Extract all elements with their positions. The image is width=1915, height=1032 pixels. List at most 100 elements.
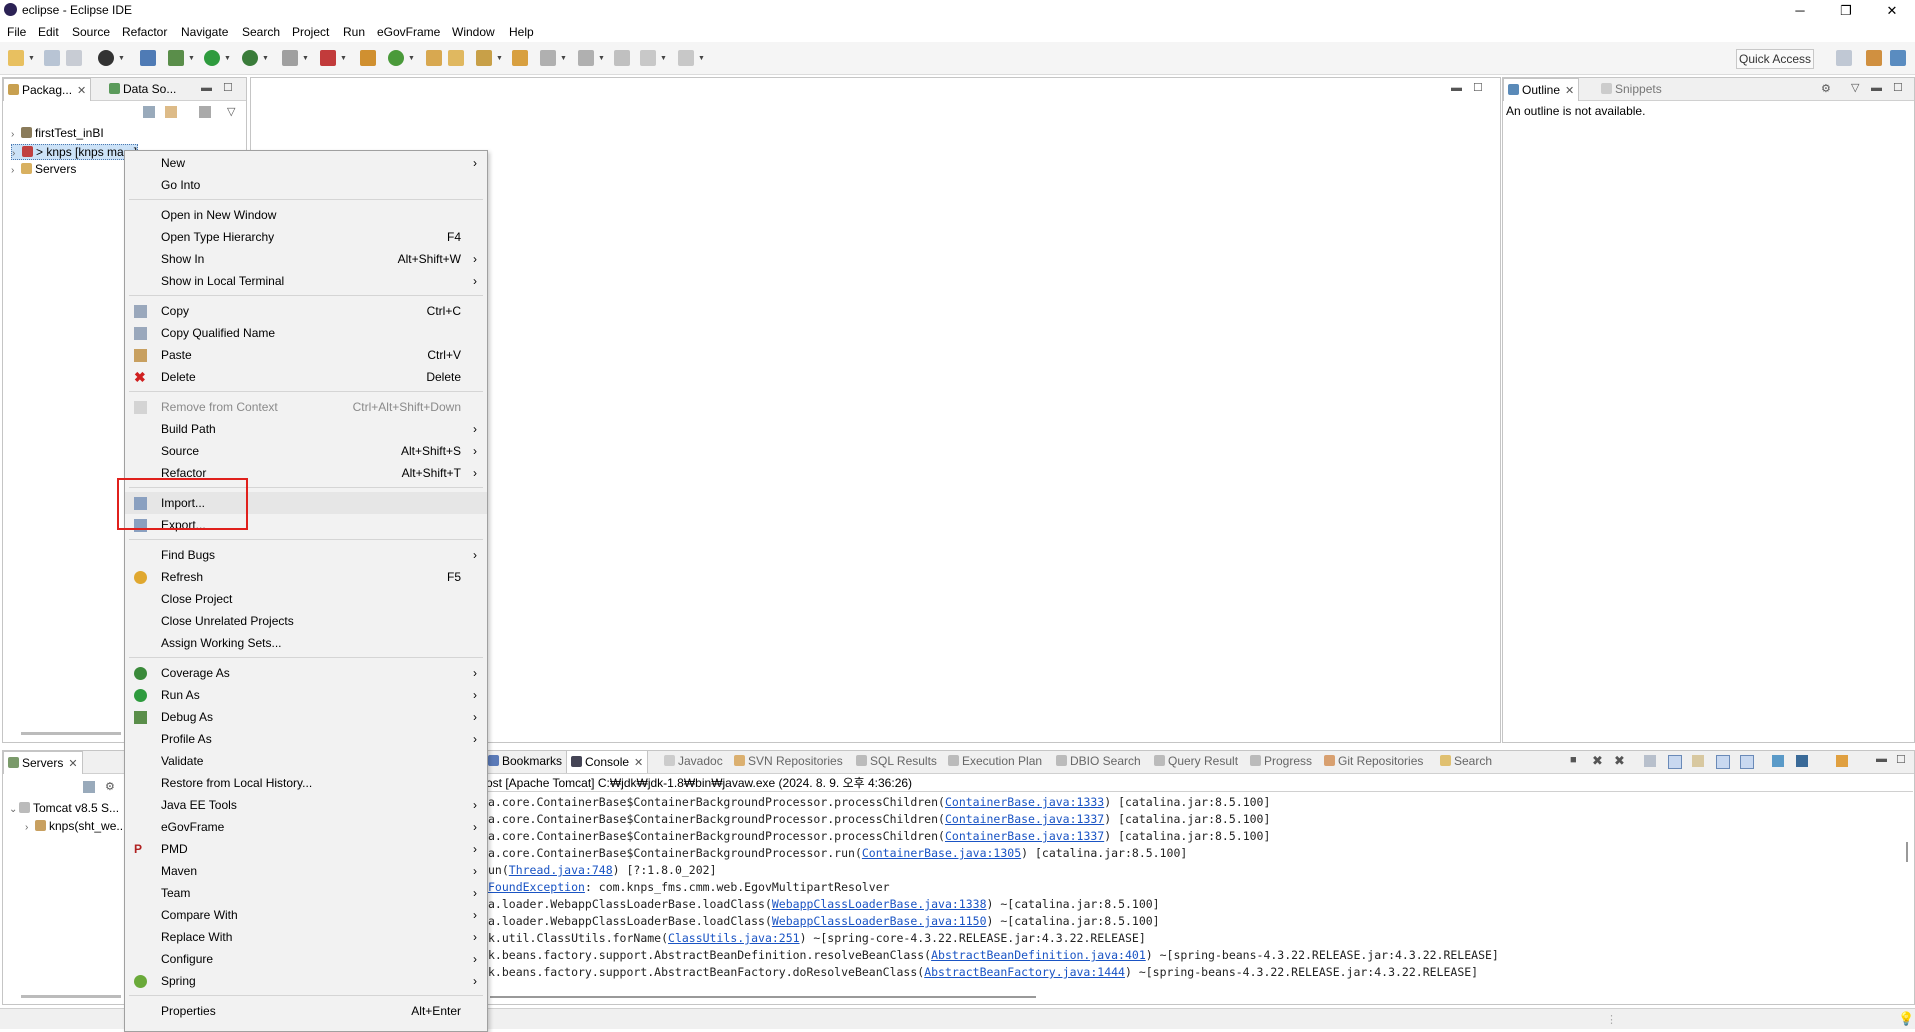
external-tools-icon[interactable] (320, 50, 336, 66)
chevron-right-icon[interactable]: › (25, 822, 35, 833)
menu-item-copy[interactable]: Copy Ctrl+C (125, 300, 487, 322)
maximize-icon[interactable]: ☐ (223, 81, 233, 94)
maximize-button[interactable]: ❐ (1823, 0, 1869, 22)
console-link[interactable]: WebappClassLoaderBase.java:1338 (772, 897, 987, 911)
menu-item-coverage-as[interactable]: Coverage As › (125, 662, 487, 684)
open-perspective-icon[interactable] (1836, 50, 1852, 66)
minimize-icon[interactable]: ▬ (1876, 753, 1887, 765)
dropdown-arrow-icon[interactable]: ▼ (302, 55, 309, 62)
menu-item-go-into[interactable]: Go Into (125, 174, 487, 196)
menu-run[interactable]: Run (343, 25, 365, 39)
menu-item-copy-qualified-name[interactable]: Copy Qualified Name (125, 322, 487, 344)
search-icon[interactable] (476, 50, 492, 66)
remove-launch-icon[interactable]: ✖ (1592, 753, 1603, 769)
menu-item-new[interactable]: New › (125, 152, 487, 174)
open-console-icon[interactable] (1836, 755, 1848, 767)
lightbulb-icon[interactable]: 💡 (1898, 1011, 1914, 1027)
minimize-button[interactable]: ─ (1777, 0, 1823, 22)
chevron-right-icon[interactable]: › (12, 148, 22, 159)
gear-icon[interactable]: ⚙ (105, 780, 115, 793)
new-java-class-icon[interactable] (388, 50, 404, 66)
console-link[interactable]: AbstractBeanFactory.java:1444 (924, 965, 1125, 979)
filter-icon[interactable]: ⚙ (1821, 82, 1831, 95)
forward-icon[interactable] (678, 50, 694, 66)
run-icon[interactable] (204, 50, 220, 66)
menu-item-validate[interactable]: Validate (125, 750, 487, 772)
menu-item-assign-working-sets[interactable]: Assign Working Sets... (125, 632, 487, 654)
menu-item-profile-as[interactable]: Profile As › (125, 728, 487, 750)
tab-javadoc[interactable]: Javadoc (660, 750, 727, 772)
dropdown-arrow-icon[interactable]: ▼ (118, 55, 125, 62)
menu-item-properties[interactable]: Properties Alt+Enter (125, 1000, 487, 1022)
dropdown-arrow-icon[interactable]: ▼ (262, 55, 269, 62)
coverage-icon[interactable] (242, 50, 258, 66)
tab-package-explorer[interactable]: Packag... ✕ (3, 78, 92, 101)
close-icon[interactable]: ✕ (1565, 85, 1574, 97)
tree-item-tomcat[interactable]: ⌄ Tomcat v8.5 S... (9, 801, 119, 815)
minimize-icon[interactable]: ▬ (1871, 82, 1882, 94)
menu-item-paste[interactable]: Paste Ctrl+V (125, 344, 487, 366)
open-type-icon[interactable] (426, 50, 442, 66)
tab-snippets[interactable]: Snippets (1597, 78, 1666, 100)
maximize-icon[interactable]: ☐ (1473, 81, 1483, 94)
console-link[interactable]: ContainerBase.java:1333 (945, 795, 1104, 809)
tab-git-repositories[interactable]: Git Repositories (1320, 750, 1427, 772)
tab-sql-results[interactable]: SQL Results (852, 750, 941, 772)
menu-item-find-bugs[interactable]: Find Bugs › (125, 544, 487, 566)
menu-item-maven[interactable]: Maven › (125, 860, 487, 882)
console-link[interactable]: WebappClassLoaderBase.java:1150 (772, 914, 987, 928)
next-annotation-icon[interactable] (540, 50, 556, 66)
save-icon[interactable] (44, 50, 60, 66)
tab-execution-plan[interactable]: Execution Plan (944, 750, 1046, 772)
dropdown-arrow-icon[interactable]: ▼ (560, 55, 567, 62)
tab-data-source[interactable]: Data So... (105, 78, 180, 100)
menu-source[interactable]: Source (72, 25, 110, 39)
remove-all-icon[interactable]: ✖ (1614, 753, 1625, 769)
scroll-lock-icon[interactable] (1668, 755, 1682, 769)
filter-icon[interactable] (199, 106, 211, 118)
menu-help[interactable]: Help (509, 25, 534, 39)
tab-search[interactable]: Search (1436, 750, 1496, 772)
menu-item-team[interactable]: Team › (125, 882, 487, 904)
close-icon[interactable]: ✕ (77, 85, 86, 97)
stop-icon[interactable] (282, 50, 298, 66)
link-editor-icon[interactable] (165, 106, 177, 118)
dropdown-arrow-icon[interactable]: ▼ (660, 55, 667, 62)
tab-query-result[interactable]: Query Result (1150, 750, 1242, 772)
menu-item-debug-as[interactable]: Debug As › (125, 706, 487, 728)
menu-item-close-unrelated-projects[interactable]: Close Unrelated Projects (125, 610, 487, 632)
menu-item-configure[interactable]: Configure › (125, 948, 487, 970)
menu-item-show-in-local-terminal[interactable]: Show in Local Terminal › (125, 270, 487, 292)
debug-icon[interactable] (168, 50, 184, 66)
menu-item-build-path[interactable]: Build Path › (125, 418, 487, 440)
maximize-icon[interactable]: ☐ (1896, 753, 1906, 766)
horizontal-scrollbar[interactable] (21, 732, 121, 735)
chevron-right-icon[interactable]: › (11, 129, 21, 140)
show-on-stderr-icon[interactable] (1740, 755, 1754, 769)
menu-navigate[interactable]: Navigate (181, 25, 228, 39)
save-all-icon[interactable] (66, 50, 82, 66)
minimize-icon[interactable]: ▬ (1451, 82, 1462, 94)
close-icon[interactable]: ✕ (68, 758, 77, 770)
close-icon[interactable]: ✕ (634, 757, 643, 769)
java-perspective-icon[interactable] (1866, 50, 1882, 66)
menu-item-refresh[interactable]: Refresh F5 (125, 566, 487, 588)
menu-file[interactable]: File (7, 25, 26, 39)
console-link[interactable]: AbstractBeanDefinition.java:401 (931, 948, 1146, 962)
collapse-all-icon[interactable] (143, 106, 155, 118)
menu-item-show-in[interactable]: Show In Alt+Shift+W › (125, 248, 487, 270)
console-link[interactable]: ContainerBase.java:1337 (945, 812, 1104, 826)
quick-access-field[interactable]: Quick Access (1736, 49, 1814, 69)
collapse-all-icon[interactable] (83, 781, 95, 793)
console-link[interactable]: ContainerBase.java:1305 (862, 846, 1021, 860)
display-console-icon[interactable] (1796, 755, 1808, 767)
menu-item-spring[interactable]: Spring › (125, 970, 487, 992)
dropdown-arrow-icon[interactable]: ▼ (340, 55, 347, 62)
dropdown-arrow-icon[interactable]: ▼ (188, 55, 195, 62)
menu-item-pmd[interactable]: P PMD › (125, 838, 487, 860)
open-folder-icon[interactable] (448, 50, 464, 66)
dropdown-arrow-icon[interactable]: ▼ (598, 55, 605, 62)
dropdown-arrow-icon[interactable]: ▼ (408, 55, 415, 62)
menu-window[interactable]: Window (452, 25, 495, 39)
dropdown-arrow-icon[interactable]: ▼ (698, 55, 705, 62)
